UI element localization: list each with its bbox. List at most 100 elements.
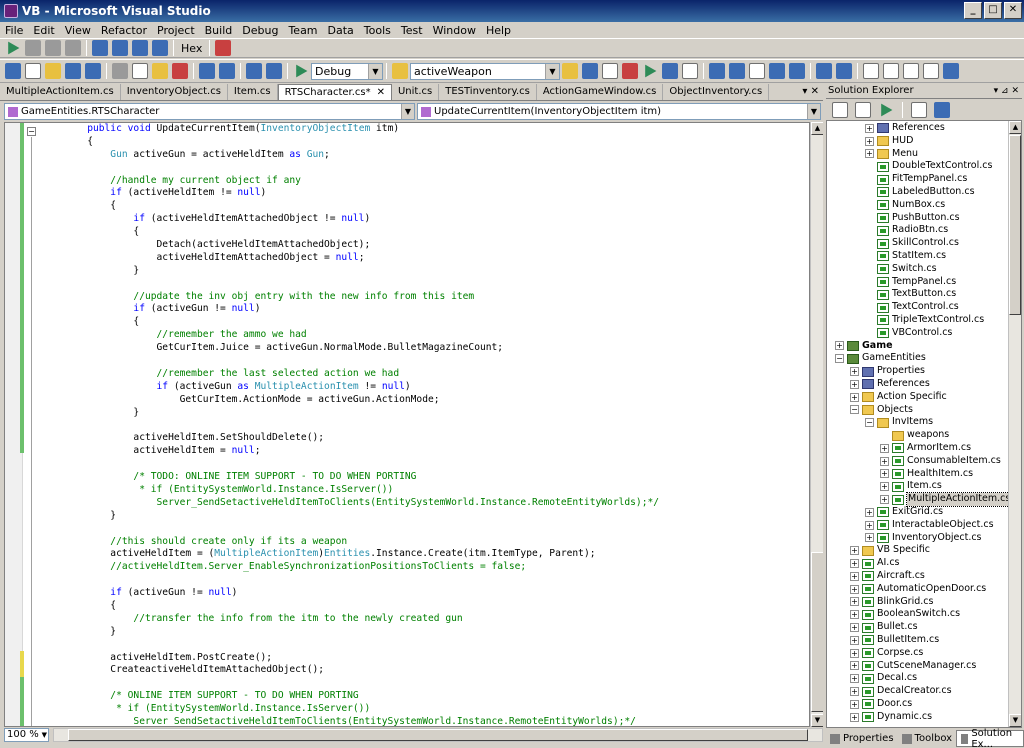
menu-team[interactable]: Team xyxy=(283,24,322,37)
clear-bookmarks-icon[interactable] xyxy=(923,63,939,79)
tree-item[interactable]: + ConsumableItem.cs xyxy=(880,455,1001,468)
expand-toggle-icon[interactable]: + xyxy=(850,712,859,722)
navigate-backward-icon[interactable] xyxy=(246,63,262,79)
paste-icon[interactable] xyxy=(152,63,168,79)
stop-debugging-icon[interactable] xyxy=(45,40,61,56)
toolbar-options-icon[interactable] xyxy=(943,63,959,79)
menu-file[interactable]: File xyxy=(0,24,28,37)
tree-item[interactable]: LabeledButton.cs xyxy=(865,186,975,199)
font-icon[interactable] xyxy=(769,63,785,79)
menu-test[interactable]: Test xyxy=(396,24,428,37)
expand-toggle-icon[interactable]: + xyxy=(850,674,859,684)
previous-bookmark-icon[interactable] xyxy=(883,63,899,79)
tree-item[interactable]: RadioBtn.cs xyxy=(865,224,948,237)
expand-toggle-icon[interactable]: + xyxy=(835,341,844,351)
step-out-icon[interactable] xyxy=(152,40,168,56)
tab-item-cs[interactable]: Item.cs xyxy=(228,84,278,100)
menu-debug[interactable]: Debug xyxy=(237,24,283,37)
tree-item[interactable]: − Objects xyxy=(850,404,913,417)
object-browser-icon[interactable] xyxy=(622,63,638,79)
editor-vertical-scrollbar[interactable]: ▲ ▼ xyxy=(810,122,824,727)
solution-explorer-icon[interactable] xyxy=(582,63,598,79)
horizontal-scroll-thumb[interactable] xyxy=(68,728,808,741)
tree-item[interactable]: + DecalCreator.cs xyxy=(850,685,952,698)
menu-data[interactable]: Data xyxy=(323,24,359,37)
code-editor[interactable]: − public void UpdateCurrentItem(Inventor… xyxy=(4,122,810,727)
menu-project[interactable]: Project xyxy=(152,24,200,37)
expand-toggle-icon[interactable]: + xyxy=(850,379,859,389)
tree-item[interactable]: + VB Specific xyxy=(850,544,930,557)
expand-toggle-icon[interactable]: + xyxy=(850,699,859,709)
find-combo[interactable]: activeWeapon ▼ xyxy=(410,62,560,80)
properties-icon[interactable] xyxy=(832,102,848,118)
tab-objectinventory-cs[interactable]: ObjectInventory.cs xyxy=(663,84,770,100)
tree-item[interactable]: + InteractableObject.cs xyxy=(865,519,994,532)
tree-item[interactable]: + Aircraft.cs xyxy=(850,570,925,583)
solution-tree-scrollbar[interactable]: ▲ ▼ xyxy=(1008,121,1021,727)
tree-item[interactable]: + References xyxy=(865,122,945,135)
tab-testinventory-cs[interactable]: TESTinventory.cs xyxy=(439,84,537,100)
tool-tab-properties[interactable]: Properties xyxy=(826,730,898,747)
maximize-button[interactable]: □ xyxy=(984,2,1002,19)
expand-toggle-icon[interactable]: − xyxy=(850,405,859,415)
tree-item[interactable]: TripleTextControl.cs xyxy=(865,314,984,327)
format-icon[interactable] xyxy=(749,63,765,79)
add-item-icon[interactable] xyxy=(25,63,41,79)
show-next-statement-icon[interactable] xyxy=(92,40,108,56)
chevron-down-icon[interactable]: ▼ xyxy=(401,104,414,119)
indent-icon[interactable] xyxy=(789,63,805,79)
tree-item[interactable]: SkillControl.cs xyxy=(865,237,959,250)
tree-item[interactable]: TextControl.cs xyxy=(865,301,959,314)
expand-toggle-icon[interactable]: + xyxy=(850,584,859,594)
menu-view[interactable]: View xyxy=(60,24,96,37)
tree-item[interactable]: + Bullet.cs xyxy=(850,621,918,634)
tree-item[interactable]: + CutSceneManager.cs xyxy=(850,660,976,673)
tree-item[interactable]: + BulletItem.cs xyxy=(850,634,939,647)
uncomment-icon[interactable] xyxy=(729,63,745,79)
tab-list-pin[interactable]: ▾ ✕ xyxy=(802,86,819,97)
tree-item[interactable]: + AutomaticOpenDoor.cs xyxy=(850,583,986,596)
view-class-diagram-icon[interactable] xyxy=(934,102,950,118)
tree-item[interactable]: + Game xyxy=(835,340,893,353)
redo-icon[interactable] xyxy=(219,63,235,79)
expand-toggle-icon[interactable]: + xyxy=(850,661,859,671)
code-text[interactable]: public void UpdateCurrentItem(InventoryO… xyxy=(41,123,801,726)
command-window-icon[interactable] xyxy=(682,63,698,79)
tree-item[interactable]: DoubleTextControl.cs xyxy=(865,160,992,173)
tree-item[interactable]: + Properties xyxy=(850,365,925,378)
tree-item[interactable]: + ExitGrid.cs xyxy=(865,506,943,519)
tree-item[interactable]: + HUD xyxy=(865,135,913,148)
close-icon[interactable]: ✕ xyxy=(377,87,385,98)
tab-inventoryobject-cs[interactable]: InventoryObject.cs xyxy=(121,84,228,100)
expand-toggle-icon[interactable]: + xyxy=(850,559,859,569)
delete-icon[interactable] xyxy=(172,63,188,79)
expand-toggle-icon[interactable]: + xyxy=(865,136,874,146)
tree-item[interactable]: VBControl.cs xyxy=(865,327,952,340)
menu-window[interactable]: Window xyxy=(428,24,481,37)
panel-window-buttons[interactable]: ▾ ⊿ ✕ xyxy=(994,84,1019,98)
expand-toggle-icon[interactable]: + xyxy=(865,507,874,517)
navigate-forward-icon[interactable] xyxy=(266,63,282,79)
view-code-icon[interactable] xyxy=(911,102,927,118)
breakpoints-window-icon[interactable] xyxy=(215,40,232,56)
tree-item[interactable]: weapons xyxy=(880,429,949,442)
expand-toggle-icon[interactable]: + xyxy=(850,635,859,645)
tree-item[interactable]: PushButton.cs xyxy=(865,212,960,225)
tab-rtscharacter-cs-[interactable]: RTSCharacter.cs* ✕ xyxy=(277,84,392,100)
align-icon[interactable] xyxy=(836,63,852,79)
tab-unit-cs[interactable]: Unit.cs xyxy=(392,84,440,100)
next-bookmark-icon[interactable] xyxy=(903,63,919,79)
scroll-thumb[interactable] xyxy=(1009,135,1021,315)
break-all-icon[interactable] xyxy=(25,40,41,56)
tree-item[interactable]: + ArmorItem.cs xyxy=(880,442,971,455)
restart-icon[interactable] xyxy=(65,40,81,56)
properties-window-icon[interactable] xyxy=(602,63,618,79)
new-project-icon[interactable] xyxy=(5,63,21,79)
tool-tab-solution-ex-[interactable]: Solution Ex... xyxy=(956,728,1024,748)
menu-refactor[interactable]: Refactor xyxy=(96,24,152,37)
tree-item[interactable]: + References xyxy=(850,378,930,391)
expand-toggle-icon[interactable]: + xyxy=(850,571,859,581)
tree-item[interactable]: + BlinkGrid.cs xyxy=(850,596,933,609)
save-all-icon[interactable] xyxy=(85,63,101,79)
close-button[interactable]: ✕ xyxy=(1004,2,1022,19)
